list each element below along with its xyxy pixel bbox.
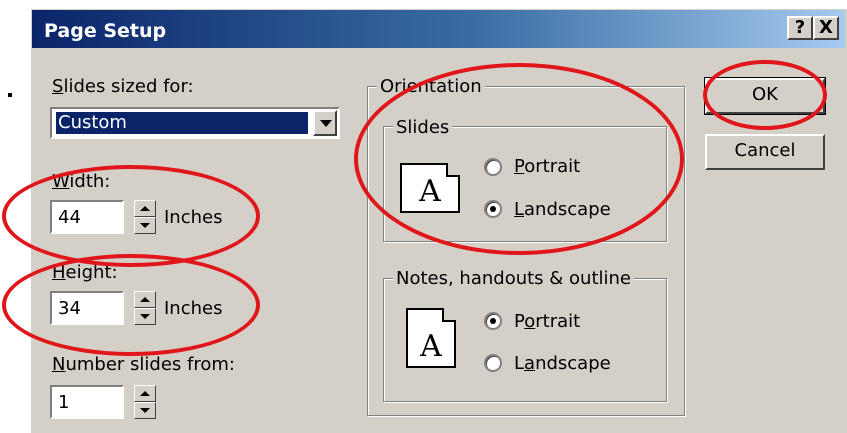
stray-dot: [8, 93, 12, 97]
portrait-page-icon: A: [406, 308, 456, 368]
highlight-ring-orientation: [354, 63, 684, 255]
number-slides-from-input[interactable]: 1: [50, 385, 124, 419]
dialog-title: Page Setup: [44, 20, 167, 42]
help-button[interactable]: ?: [787, 16, 813, 40]
highlight-ring-height: [2, 254, 260, 356]
cancel-button[interactable]: Cancel: [705, 134, 825, 170]
notes-portrait-radio[interactable]: [484, 312, 502, 330]
slides-sized-for-dropdown[interactable]: Custom: [50, 107, 340, 139]
spin-down-icon[interactable]: [134, 402, 156, 419]
number-slides-from-spinner[interactable]: [134, 385, 156, 419]
number-slides-from-label: Number slides from:: [52, 354, 235, 375]
close-button[interactable]: X: [813, 16, 839, 40]
slides-sized-for-label: Slides sized for:: [52, 76, 194, 97]
chevron-down-icon[interactable]: [313, 110, 337, 136]
slides-sized-for-value: Custom: [56, 112, 308, 134]
spin-up-icon[interactable]: [134, 385, 156, 402]
highlight-ring-width: [2, 165, 260, 267]
notes-landscape-radio[interactable]: [484, 354, 502, 372]
notes-group-label: Notes, handouts & outline: [393, 268, 635, 289]
highlight-ring-ok: [703, 60, 827, 130]
notes-portrait-label[interactable]: Portrait: [514, 311, 580, 332]
notes-landscape-label[interactable]: Landscape: [514, 353, 611, 374]
